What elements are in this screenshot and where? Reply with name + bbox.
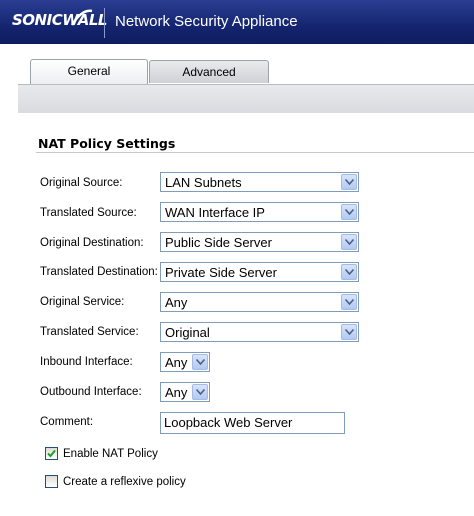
chevron-down-icon[interactable] <box>341 234 357 250</box>
section-divider <box>36 152 474 153</box>
translated-destination-select[interactable]: Private Side Server <box>160 262 359 282</box>
tab-content-bar <box>18 84 474 113</box>
inbound-interface-select[interactable]: Any <box>160 352 210 372</box>
chevron-down-icon[interactable] <box>341 294 357 310</box>
original-service-value: Any <box>165 295 188 310</box>
original-source-value: LAN Subnets <box>165 175 242 190</box>
translated-service-label: Translated Service: <box>40 326 139 338</box>
enable-nat-policy-checkbox[interactable] <box>45 447 58 460</box>
translated-destination-value: Private Side Server <box>165 265 277 280</box>
translated-source-value: WAN Interface IP <box>165 205 265 220</box>
outbound-interface-select[interactable]: Any <box>160 382 210 402</box>
original-destination-select[interactable]: Public Side Server <box>160 232 359 252</box>
original-service-select[interactable]: Any <box>160 292 359 312</box>
chevron-down-icon[interactable] <box>341 174 357 190</box>
outbound-interface-value: Any <box>165 385 188 400</box>
original-service-label: Original Service: <box>40 296 125 308</box>
outbound-interface-label: Outbound Interface: <box>40 386 142 398</box>
translated-service-select[interactable]: Original <box>160 322 359 342</box>
chevron-down-icon[interactable] <box>341 324 357 340</box>
chevron-down-icon[interactable] <box>341 204 357 220</box>
original-source-label: Original Source: <box>40 177 123 189</box>
translated-service-value: Original <box>165 325 210 340</box>
original-destination-label: Original Destination: <box>40 237 144 249</box>
inbound-interface-label: Inbound Interface: <box>40 356 133 368</box>
tab-advanced[interactable]: Advanced <box>149 60 269 83</box>
app-title: Network Security Appliance <box>115 13 298 30</box>
create-reflexive-policy-checkbox[interactable] <box>45 475 58 488</box>
header-divider <box>104 8 105 38</box>
logo-swoosh-icon <box>70 9 93 26</box>
original-source-select[interactable]: LAN Subnets <box>160 172 359 192</box>
comment-label: Comment: <box>40 416 94 428</box>
translated-source-label: Translated Source: <box>40 207 137 219</box>
chevron-down-icon[interactable] <box>192 384 208 400</box>
original-destination-value: Public Side Server <box>165 235 272 250</box>
enable-nat-policy-label: Enable NAT Policy <box>63 448 158 460</box>
checkmark-icon <box>47 449 56 458</box>
chevron-down-icon[interactable] <box>192 354 208 370</box>
section-title: NAT Policy Settings <box>38 136 176 151</box>
create-reflexive-policy-label: Create a reflexive policy <box>63 476 186 488</box>
comment-input[interactable]: Loopback Web Server <box>160 412 345 434</box>
tab-general[interactable]: General <box>30 59 148 84</box>
app-header: SONICWALL Network Security Appliance <box>0 0 474 44</box>
translated-source-select[interactable]: WAN Interface IP <box>160 202 359 222</box>
translated-destination-label: Translated Destination: <box>40 266 158 278</box>
chevron-down-icon[interactable] <box>341 264 357 280</box>
inbound-interface-value: Any <box>165 355 188 370</box>
